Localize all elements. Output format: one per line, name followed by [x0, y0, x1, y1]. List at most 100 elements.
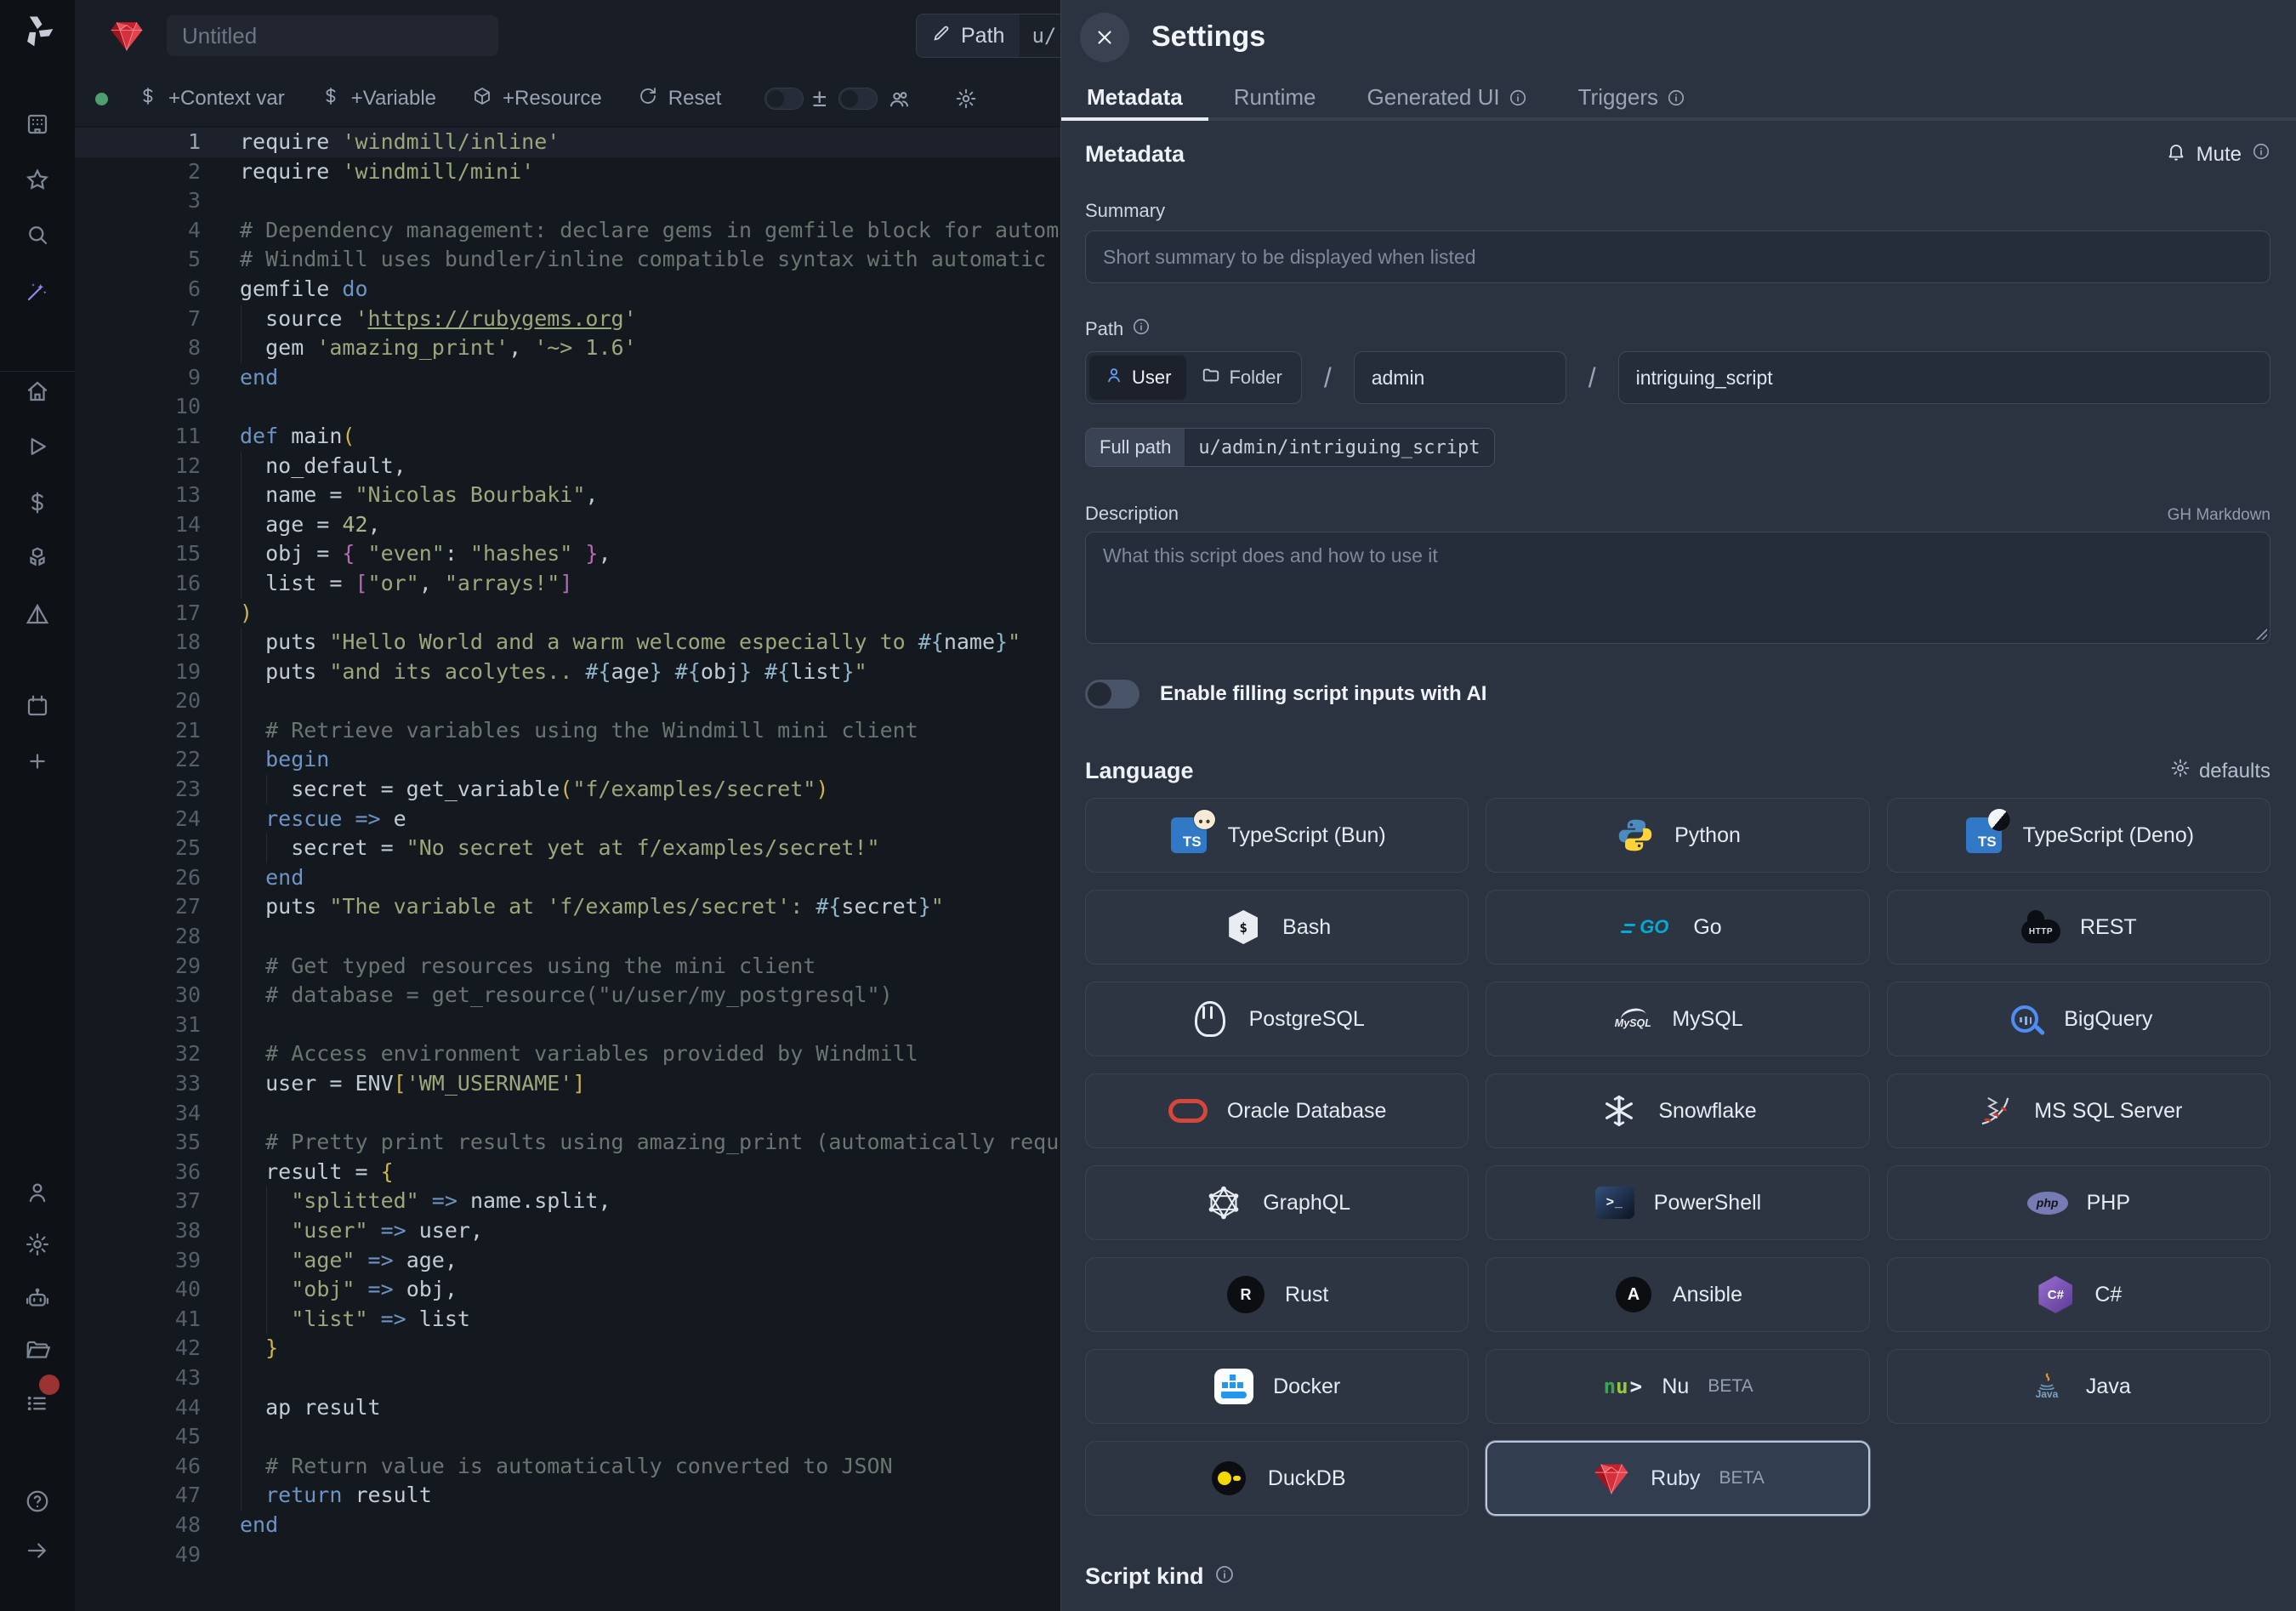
add-context-var-button[interactable]: +Context var [120, 71, 303, 126]
mute-button[interactable]: Mute [2166, 141, 2270, 168]
sidebar-item-robot-icon[interactable] [19, 1280, 56, 1318]
snowflake-icon [1599, 1090, 1640, 1131]
language-defaults-button[interactable]: defaults [2170, 758, 2270, 784]
dollar-icon [138, 86, 158, 112]
reset-button[interactable]: Reset [620, 71, 740, 126]
language-card-nu[interactable]: nu>NuBETA [1486, 1349, 1869, 1424]
tab-runtime[interactable]: Runtime [1208, 74, 1342, 121]
csharp-icon: C# [2035, 1274, 2076, 1315]
language-label: Snowflake [1658, 1099, 1756, 1124]
settings-gear-icon[interactable] [955, 88, 977, 110]
info-icon [1667, 88, 1685, 107]
language-card-bigquery[interactable]: BigQuery [1887, 982, 2270, 1056]
settings-title: Settings [1151, 20, 1265, 54]
bash-icon: $ [1223, 907, 1264, 948]
language-label: Ruby [1651, 1466, 1700, 1491]
sidebar-item-building-icon[interactable] [19, 105, 56, 143]
language-card-rust[interactable]: RRust [1085, 1257, 1469, 1332]
language-card-ruby[interactable]: RubyBETA [1486, 1441, 1869, 1516]
sidebar-item-gear-icon[interactable] [19, 1226, 56, 1263]
windmill-logo-icon[interactable] [19, 12, 56, 54]
sidebar-item-home-icon[interactable] [19, 373, 56, 410]
path-separator: / [1324, 362, 1332, 394]
script-title-input[interactable] [167, 15, 498, 56]
sidebar-item-arrow-right-icon[interactable] [19, 1532, 56, 1569]
language-card-ms-sql-server[interactable]: MS SQL Server [1887, 1073, 2270, 1148]
bell-icon [2166, 141, 2186, 168]
sidebar-item-plus-icon[interactable] [19, 743, 56, 780]
language-card-c[interactable]: C# C# [1887, 1257, 2270, 1332]
language-card-snowflake[interactable]: Snowflake [1486, 1073, 1869, 1148]
language-card-rest[interactable]: HTTPREST [1887, 890, 2270, 965]
tab-triggers[interactable]: Triggers [1553, 74, 1711, 121]
info-icon [1509, 88, 1527, 107]
language-card-typescript-deno[interactable]: TSTypeScript (Deno) [1887, 798, 2270, 873]
owner-kind-segmented: User Folder [1085, 351, 1302, 404]
sidebar-item-help-icon[interactable] [19, 1483, 56, 1520]
toolbar-toggle-diff[interactable] [764, 88, 804, 110]
metadata-heading: Metadata [1085, 141, 1185, 168]
language-label: MS SQL Server [2034, 1099, 2182, 1124]
language-card-go[interactable]: GOGo [1486, 890, 1869, 965]
language-card-ansible[interactable]: AAnsible [1486, 1257, 1869, 1332]
pencil-icon [932, 24, 951, 48]
description-textarea[interactable] [1085, 532, 2270, 644]
sidebar-item-cubes-icon[interactable] [19, 539, 56, 577]
path-button[interactable]: Path u/ [916, 14, 1069, 58]
language-card-bash[interactable]: $ Bash [1085, 890, 1469, 965]
close-icon[interactable] [1080, 13, 1129, 62]
language-card-python[interactable]: Python [1486, 798, 1869, 873]
add-variable-button[interactable]: +Variable [303, 71, 454, 126]
sidebar-item-magic-wand-icon[interactable] [19, 272, 56, 310]
plus-minus-icon[interactable]: ± [812, 84, 826, 113]
ts-deno-icon: TS [1964, 815, 2004, 856]
language-card-java[interactable]: JavaJava [1887, 1349, 2270, 1424]
language-card-duckdb[interactable]: DuckDB [1085, 1441, 1469, 1516]
language-card-php[interactable]: phpPHP [1887, 1165, 2270, 1240]
add-resource-button[interactable]: +Resource [454, 71, 620, 126]
windmill-app: Path u/ +Context var +Variable +Resource… [0, 0, 2296, 1611]
owner-kind-folder[interactable]: Folder [1186, 356, 1297, 400]
sidebar-item-prism-icon[interactable] [19, 595, 56, 633]
mssql-icon [1975, 1090, 2015, 1131]
sidebar-divider [0, 371, 75, 372]
language-label: Oracle Database [1227, 1099, 1387, 1124]
summary-input[interactable] [1085, 231, 2270, 283]
sidebar-item-folder-icon[interactable] [19, 1332, 56, 1369]
ruby-language-icon [109, 18, 145, 54]
language-card-typescript-bun[interactable]: TSTypeScript (Bun) [1085, 798, 1469, 873]
language-card-postgresql[interactable]: PostgreSQL [1085, 982, 1469, 1056]
full-path-value: u/admin/intriguing_script [1185, 429, 1493, 466]
language-label: Bash [1282, 915, 1331, 940]
path-separator: / [1588, 362, 1596, 394]
language-card-graphql[interactable]: GraphQL [1085, 1165, 1469, 1240]
tab-metadata[interactable]: Metadata [1061, 74, 1208, 121]
language-card-docker[interactable]: Docker [1085, 1349, 1469, 1424]
tab-generated-ui[interactable]: Generated UI [1342, 74, 1553, 121]
collaborators-icon[interactable] [888, 88, 911, 111]
sidebar-item-user-icon[interactable] [19, 1174, 56, 1211]
path-name-input[interactable] [1618, 351, 2270, 404]
python-icon [1615, 815, 1656, 856]
language-card-powershell[interactable]: >_PowerShell [1486, 1165, 1869, 1240]
info-icon [1214, 1564, 1235, 1589]
language-grid: TSTypeScript (Bun)PythonTSTypeScript (De… [1085, 798, 2270, 1516]
sidebar-item-play-icon[interactable] [19, 428, 56, 465]
path-button-label: Path [961, 24, 1004, 48]
sidebar-item-search-icon[interactable] [19, 216, 56, 253]
language-label: Java [2086, 1375, 2131, 1399]
language-card-oracle-database[interactable]: Oracle Database [1085, 1073, 1469, 1148]
path-owner-input[interactable] [1354, 351, 1566, 404]
language-label: C# [2094, 1283, 2122, 1307]
status-dot [95, 93, 108, 105]
settings-header: Settings [1061, 0, 2296, 74]
language-label: TypeScript (Bun) [1228, 823, 1386, 848]
sidebar-item-calendar-icon[interactable] [19, 687, 56, 725]
toolbar-toggle-collab[interactable] [838, 88, 878, 110]
sidebar-item-dollar-icon[interactable] [19, 484, 56, 521]
sidebar-item-star-icon[interactable] [19, 162, 56, 199]
ai-fill-toggle[interactable] [1085, 680, 1139, 709]
owner-kind-user[interactable]: User [1089, 356, 1186, 400]
dollar-icon [321, 86, 341, 112]
language-card-mysql[interactable]: MySQLMySQL [1486, 982, 1869, 1056]
